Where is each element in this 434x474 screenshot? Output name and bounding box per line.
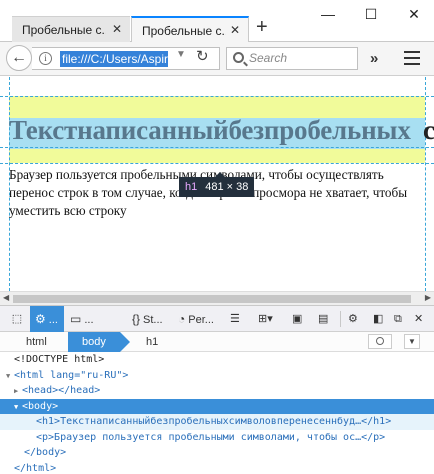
tree-row-body-close[interactable]: </body>	[0, 445, 434, 461]
tab-debugger[interactable]: {} St...	[132, 306, 172, 332]
layout-dropdown-icon[interactable]: ⊞▾	[258, 306, 284, 332]
breadcrumb: html body h1 ▼	[0, 332, 434, 352]
highlighter-tooltip: h1 481 × 38	[179, 172, 255, 197]
navigation-bar: i file:///C:/Users/Aspir ▼ ← Search	[0, 42, 434, 76]
expand-arrow-icon[interactable]: ▼	[6, 369, 14, 384]
settings-gear-icon[interactable]: ⚙	[348, 306, 362, 332]
guide-line	[0, 163, 434, 164]
tree-row-body[interactable]: ▼ <body>	[0, 398, 434, 415]
tab-performance[interactable]: ◔ Per...	[178, 306, 224, 332]
debugger-icon: {}	[132, 312, 141, 326]
scroll-left-icon[interactable]: ◀	[3, 293, 9, 302]
url-dropdown-icon[interactable]: ▼	[176, 49, 186, 60]
breadcrumb-h1[interactable]: h1	[132, 332, 172, 352]
element-picker-icon[interactable]: ⬚	[6, 306, 28, 332]
tab-console[interactable]: ▭...	[70, 306, 124, 332]
search-icon	[233, 52, 244, 63]
tooltip-tag: h1	[185, 181, 198, 193]
new-tab-plus-icon[interactable]: +	[256, 17, 268, 37]
reload-icon[interactable]: ↻	[196, 47, 209, 65]
tree-row-p[interactable]: <p>Браузер пользуется пробельными символ…	[0, 430, 434, 446]
responsive-icon[interactable]: ▤	[318, 306, 332, 332]
scrollbar-thumb[interactable]	[13, 295, 411, 303]
breadcrumb-html[interactable]: html	[12, 332, 72, 352]
maximize-icon[interactable]: ☐	[361, 6, 381, 23]
scroll-right-icon[interactable]: ▶	[425, 293, 431, 302]
url-text[interactable]: file:///C:/Users/Aspir	[60, 51, 168, 67]
minimize-icon[interactable]: —	[318, 6, 338, 22]
tab-close-icon[interactable]: ✕	[112, 22, 122, 36]
tab-close-icon[interactable]: ✕	[230, 23, 240, 37]
tree-row-html-close[interactable]: </html>	[0, 461, 434, 474]
lines-icon[interactable]: ☰	[230, 306, 244, 332]
back-arrow-icon[interactable]: ←	[6, 45, 32, 71]
inspector-icon: ⚙	[35, 312, 46, 326]
tab-title: Пробельные с...	[22, 23, 106, 37]
tree-row-doctype[interactable]: <!DOCTYPE html>	[0, 352, 434, 368]
page-heading-overflow: с	[423, 115, 434, 145]
guide-line	[0, 147, 434, 148]
markup-search-icon[interactable]	[368, 334, 392, 349]
info-icon[interactable]: i	[39, 52, 52, 65]
markup-tree: <!DOCTYPE html> ▼ <html lang="ru-RU"> ▶ <h…	[0, 352, 434, 474]
hamburger-menu-icon[interactable]	[404, 51, 420, 69]
devtools-toolbar: ⬚ ⚙... ▭... {} St... ◔ Per... ☰ ⊞▾ ▣ ▤ ⚙ ◧…	[0, 305, 434, 332]
search-bar[interactable]: Search	[226, 47, 358, 70]
close-devtools-icon[interactable]: ✕	[414, 306, 428, 332]
undock-icon[interactable]: ⧉	[394, 306, 408, 332]
breadcrumb-body[interactable]: body	[68, 332, 130, 352]
address-bar[interactable]: i file:///C:/Users/Aspir ▼	[32, 47, 220, 70]
guide-line	[0, 96, 434, 97]
collapse-arrow-icon[interactable]: ▶	[14, 384, 22, 399]
page-heading: Текстнаписанныйбезпробельных	[9, 115, 411, 145]
tab-title: Пробельные с...	[142, 24, 226, 38]
tree-row-h1[interactable]: <h1>Текстнаписанныйбезпробельныхсимволов…	[0, 414, 434, 430]
expand-dropdown-icon[interactable]: ▼	[404, 334, 420, 349]
tooltip-size: 481 × 38	[205, 181, 249, 193]
console-icon: ▭	[70, 312, 82, 326]
h1-margin-bottom-overlay	[9, 149, 425, 163]
expand-arrow-icon[interactable]: ▼	[14, 400, 22, 415]
search-placeholder: Search	[249, 51, 288, 65]
title-bar: Пробельные с... ✕ Пробельные с... ✕ + — …	[0, 0, 434, 43]
overflow-chevron-icon[interactable]: »	[370, 50, 378, 67]
page-viewport: Текстнаписанныйбезпробельных с Браузер п…	[0, 77, 434, 305]
dock-side-icon[interactable]: ◧	[373, 306, 387, 332]
tab-inspector[interactable]: ⚙...	[30, 306, 64, 332]
close-window-icon[interactable]: ✕	[404, 6, 424, 23]
tab-active[interactable]: Пробельные с... ✕	[131, 16, 249, 43]
tree-row-head[interactable]: ▶ <head></head>	[0, 383, 434, 399]
performance-icon: ◔	[178, 312, 186, 326]
screenshot-icon[interactable]: ▣	[292, 306, 306, 332]
tree-row-html[interactable]: ▼ <html lang="ru-RU">	[0, 368, 434, 384]
tab-inactive[interactable]: Пробельные с... ✕	[12, 16, 130, 43]
toolbar-separator	[340, 311, 341, 327]
horizontal-scrollbar[interactable]: ◀ ▶	[0, 291, 434, 305]
